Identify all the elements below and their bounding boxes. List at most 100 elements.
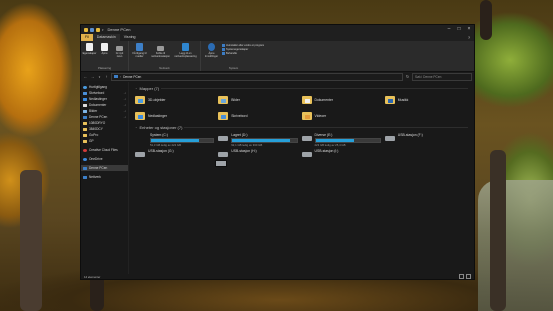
pin-icon[interactable]: ⊸ [123, 103, 126, 107]
network-icon [83, 175, 87, 179]
address-bar-row: ← → ▾ ↑ › Denne PCen ↻ Søk i Denne PCen [81, 72, 474, 81]
add-network-location-button[interactable]: Legg til en nettverksplassering [173, 43, 198, 66]
folder-label: 3D-objekter [148, 97, 166, 102]
group-label: Nettverk [159, 66, 170, 70]
drive-free-space: 223 GB ledig av 25,4 GB [314, 143, 346, 147]
close-button[interactable]: × [464, 25, 474, 34]
drive-item[interactable]: USB-stasjon (I:) [301, 149, 385, 162]
uninstall-program-link[interactable]: Avinstaller eller endre et program [222, 44, 264, 47]
folders-grid: 3D-objekter Bilder Dokumenter Musikk Nedlast… [135, 94, 468, 121]
pc-icon [83, 115, 87, 119]
breadcrumb[interactable]: Denne PCen [123, 75, 141, 79]
usb-drive-icon [384, 136, 395, 141]
open-icon [101, 43, 108, 51]
sidebar-item-nettverk[interactable]: Nettverk [81, 174, 128, 180]
open-settings-button[interactable]: Åpne Innstillinger [203, 43, 220, 66]
gear-icon [208, 43, 215, 51]
drive-usage-fill [151, 139, 199, 142]
content-area: Hurtigtilgang Skrivebord ⊸ Nedlastinger ⊸ Dok… [81, 82, 474, 274]
title-bar: ▾ Denne PCen – □ × [81, 25, 474, 34]
system-properties-link[interactable]: Systemegenskaper [222, 48, 264, 51]
large-icons-view-icon[interactable] [466, 274, 471, 279]
help-icon[interactable]: ? [468, 36, 474, 40]
folder-item[interactable]: 3D-objekter [135, 94, 218, 105]
maximize-button[interactable]: □ [454, 25, 464, 34]
folder-item[interactable]: Dokumenter [301, 94, 385, 105]
drive-label: Diverse (E:) [314, 133, 333, 137]
folder-icon [135, 111, 145, 120]
recent-locations-icon[interactable]: ▾ [97, 75, 102, 79]
map-network-drive-button[interactable]: Koble til nettverksstasjon [150, 43, 171, 66]
sidebar-item-label: OneDrive [89, 157, 103, 161]
sidebar-item-label: Creative Cloud Files [89, 148, 118, 152]
folder-icon[interactable] [84, 27, 88, 32]
folder-icon [83, 133, 87, 137]
drives-grid: System (C:) 51,3 GB ledig av 222 GB Lagret… [135, 133, 468, 167]
folder-item[interactable]: Videoer [301, 110, 385, 121]
folder-label: Bilder [231, 97, 240, 102]
pin-icon[interactable]: ⊸ [123, 109, 126, 113]
forward-arrow-icon[interactable]: → [90, 74, 95, 79]
back-arrow-icon[interactable]: ← [83, 74, 88, 79]
file-explorer-window: ▾ Denne PCen – □ × Fil Datamaskin Visnin… [80, 24, 475, 280]
drive-info: Lagret (D:) 92,1 GB ledig av 930 GB [231, 133, 301, 147]
sidebar-item-label: GoPro [89, 133, 99, 137]
rename-button[interactable]: Gi nytt navn [113, 43, 126, 66]
folder-icon [83, 127, 87, 131]
new-folder-icon[interactable] [96, 27, 100, 32]
pin-icon[interactable]: ⊸ [123, 115, 126, 119]
hard-drive-icon [215, 160, 227, 167]
drive-item[interactable]: USB-stasjon (H:) [218, 149, 301, 162]
folder-icon [218, 95, 229, 104]
folder-icon [218, 111, 229, 120]
folder-label: Nedlastinger [148, 113, 168, 118]
item-count: 14 elementer [84, 274, 101, 279]
ribbon: Egenskaper Åpne Gi nytt navn Plassering … [81, 41, 474, 72]
drive-label: USB-stasjon (I:) [314, 149, 339, 153]
drive-usage-fill [315, 139, 355, 142]
drive-label: System (C:) [150, 133, 168, 137]
folder-item[interactable]: Bilder [218, 94, 301, 105]
folder-label: Dokumenter [314, 97, 333, 102]
drive-info: USB-stasjon (I:) [315, 149, 385, 153]
drive-label: Lagret (D:) [231, 133, 248, 137]
manage-icon [222, 52, 225, 55]
tab-file[interactable]: Fil [81, 34, 93, 41]
drive-item[interactable]: USB-stasjon (F:) [384, 133, 468, 146]
pin-icon[interactable]: ⊸ [123, 97, 126, 101]
details-view-icon[interactable] [459, 274, 464, 279]
drives-section-header[interactable]: ⌄ Enheter og stasjoner (7) [135, 124, 468, 130]
pc-icon [114, 75, 118, 78]
tab-computer[interactable]: Datamaskin [92, 34, 120, 41]
folder-label: Skrivebord [231, 113, 248, 118]
folders-section-header[interactable]: ⌄ Mapper (7) [135, 85, 468, 91]
drive-item[interactable]: USB-stasjon (G:) [135, 149, 218, 162]
folder-item[interactable]: Musikk [384, 94, 468, 105]
folder-item[interactable]: Skrivebord [218, 110, 301, 121]
open-button[interactable]: Åpne [98, 43, 111, 66]
tab-view[interactable]: Visning [120, 34, 140, 41]
sidebar-item-label: Denne PCen [89, 166, 108, 170]
folder-item[interactable]: Nedlastinger [135, 110, 218, 121]
ribbon-group-location: Egenskaper Åpne Gi nytt navn Plassering [81, 41, 129, 71]
up-arrow-icon[interactable]: ↑ [104, 74, 109, 79]
properties-button[interactable]: Egenskaper [83, 43, 96, 66]
pin-icon[interactable]: ⊸ [123, 91, 126, 95]
search-input[interactable]: Søk i Denne PCen [412, 72, 472, 81]
media-icon [136, 43, 143, 51]
sidebar-item-label: Skrivebord [89, 91, 105, 95]
navigation-pane: Hurtigtilgang Skrivebord ⊸ Nedlastinger ⊸ Dok… [81, 82, 129, 274]
access-media-button[interactable]: Få tilgang til medier [131, 43, 148, 66]
star-icon [83, 85, 87, 89]
manage-link[interactable]: Behandle [222, 52, 264, 55]
properties-icon[interactable] [90, 27, 94, 32]
address-bar[interactable]: › Denne PCen [111, 72, 403, 81]
customize-toolbar-icon[interactable]: ▾ [102, 28, 104, 32]
drive-item[interactable]: System (C:) 51,3 GB ledig av 222 GB [135, 133, 227, 167]
drive-item[interactable]: Diverse (E:) 223 GB ledig av 25,4 GB [301, 133, 385, 147]
minimize-button[interactable]: – [444, 25, 454, 34]
sidebar-item-label: Hurtigtilgang [89, 85, 107, 89]
refresh-icon[interactable]: ↻ [405, 74, 410, 79]
drive-item[interactable]: Lagret (D:) 92,1 GB ledig av 930 GB [218, 133, 301, 147]
folder-icon [83, 139, 87, 143]
